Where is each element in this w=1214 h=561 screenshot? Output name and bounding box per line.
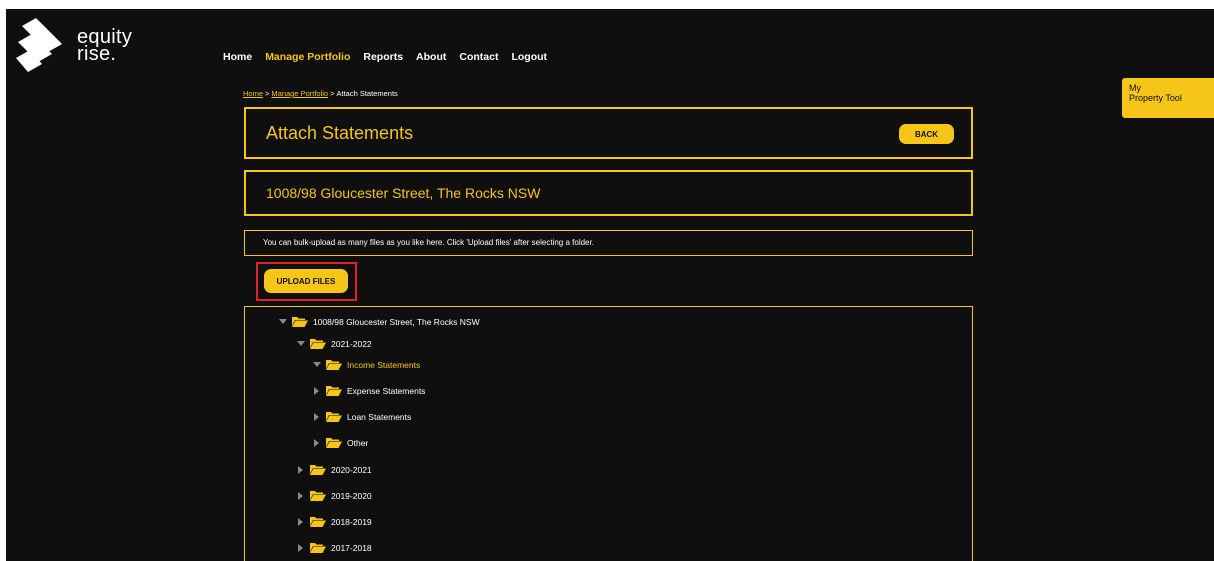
tree-node-label: 2019-2020	[331, 490, 372, 501]
nav-about[interactable]: About	[416, 51, 446, 63]
tree-node[interactable]: 2018-2019	[297, 516, 372, 527]
folder-open-icon	[310, 338, 326, 349]
tree-node[interactable]: 2017-2018	[297, 542, 372, 553]
caret-right-icon[interactable]	[297, 465, 305, 474]
caret-down-icon[interactable]	[313, 361, 321, 368]
upload-instructions: You can bulk-upload as many files as you…	[263, 238, 594, 247]
caret-right-icon[interactable]	[313, 386, 321, 395]
folder-open-icon	[326, 437, 342, 448]
folder-open-icon	[292, 316, 308, 327]
folder-tree: 1008/98 Gloucester Street, The Rocks NSW…	[244, 306, 973, 561]
caret-right-icon[interactable]	[297, 491, 305, 500]
tree-node-label: 2020-2021	[331, 464, 372, 475]
folder-open-icon	[310, 516, 326, 527]
folder-open-icon	[326, 385, 342, 396]
tree-node[interactable]: 2021-2022	[297, 338, 372, 349]
upload-files-button[interactable]: UPLOAD FILES	[264, 269, 348, 293]
brand-line-2: rise.	[77, 43, 117, 65]
tree-node[interactable]: 2019-2020	[297, 490, 372, 501]
caret-right-icon[interactable]	[297, 517, 305, 526]
property-tool-tab[interactable]: My Property Tool	[1122, 78, 1214, 118]
caret-down-icon[interactable]	[279, 318, 287, 325]
tree-node[interactable]: Other	[313, 437, 368, 448]
caret-right-icon[interactable]	[297, 543, 305, 552]
tree-node[interactable]: Expense Statements	[313, 385, 425, 396]
caret-right-icon[interactable]	[313, 438, 321, 447]
breadcrumb-current: Attach Statements	[336, 89, 398, 98]
nav-home[interactable]: Home	[223, 51, 252, 63]
nav-contact[interactable]: Contact	[459, 51, 498, 63]
folder-open-icon	[310, 464, 326, 475]
caret-right-icon[interactable]	[313, 412, 321, 421]
tree-node[interactable]: Income Statements	[313, 359, 420, 370]
folder-open-icon	[310, 490, 326, 501]
folder-open-icon	[326, 411, 342, 422]
brand-name: equity rise.	[77, 27, 132, 65]
tree-node-label: 2018-2019	[331, 516, 372, 527]
title-panel: Attach Statements BACK	[244, 107, 973, 159]
tree-node-label: 1008/98 Gloucester Street, The Rocks NSW	[313, 316, 480, 327]
tree-node[interactable]: Loan Statements	[313, 411, 411, 422]
tree-node-label: Loan Statements	[347, 411, 412, 422]
nav-logout[interactable]: Logout	[511, 51, 547, 63]
tree-node-label: Other	[347, 437, 369, 448]
tree-node[interactable]: 1008/98 Gloucester Street, The Rocks NSW	[279, 316, 480, 327]
breadcrumb-separator: >	[265, 89, 270, 98]
back-button[interactable]: BACK	[899, 124, 954, 144]
tree-node[interactable]: 2020-2021	[297, 464, 372, 475]
tree-node-label: 2021-2022	[331, 338, 372, 349]
tree-node-label: Income Statements	[347, 359, 421, 370]
property-tool-line-1: My	[1129, 83, 1141, 93]
property-address: 1008/98 Gloucester Street, The Rocks NSW	[266, 185, 541, 201]
tree-node-label: 2017-2018	[331, 542, 372, 553]
nav-manage-portfolio[interactable]: Manage Portfolio	[265, 51, 350, 63]
breadcrumb-portfolio-link[interactable]: Manage Portfolio	[271, 89, 328, 98]
brand-logo[interactable]: equity rise.	[16, 18, 146, 80]
main-nav: Home Manage Portfolio Reports About Cont…	[223, 51, 547, 63]
tree-node-label: Expense Statements	[347, 385, 426, 396]
page-title: Attach Statements	[266, 123, 414, 143]
logo-mark-icon	[16, 18, 62, 72]
address-panel: 1008/98 Gloucester Street, The Rocks NSW	[244, 170, 973, 216]
folder-open-icon	[326, 359, 342, 370]
breadcrumb: Home > Manage Portfolio > Attach Statements	[243, 89, 398, 98]
breadcrumb-separator: >	[330, 89, 335, 98]
folder-open-icon	[310, 542, 326, 553]
caret-down-icon[interactable]	[297, 340, 305, 347]
info-panel: You can bulk-upload as many files as you…	[244, 230, 973, 256]
nav-reports[interactable]: Reports	[363, 51, 403, 63]
property-tool-line-2: Property Tool	[1129, 93, 1182, 103]
breadcrumb-home-link[interactable]: Home	[243, 89, 263, 98]
app-frame: equity rise. Home Manage Portfolio Repor…	[6, 9, 1214, 561]
